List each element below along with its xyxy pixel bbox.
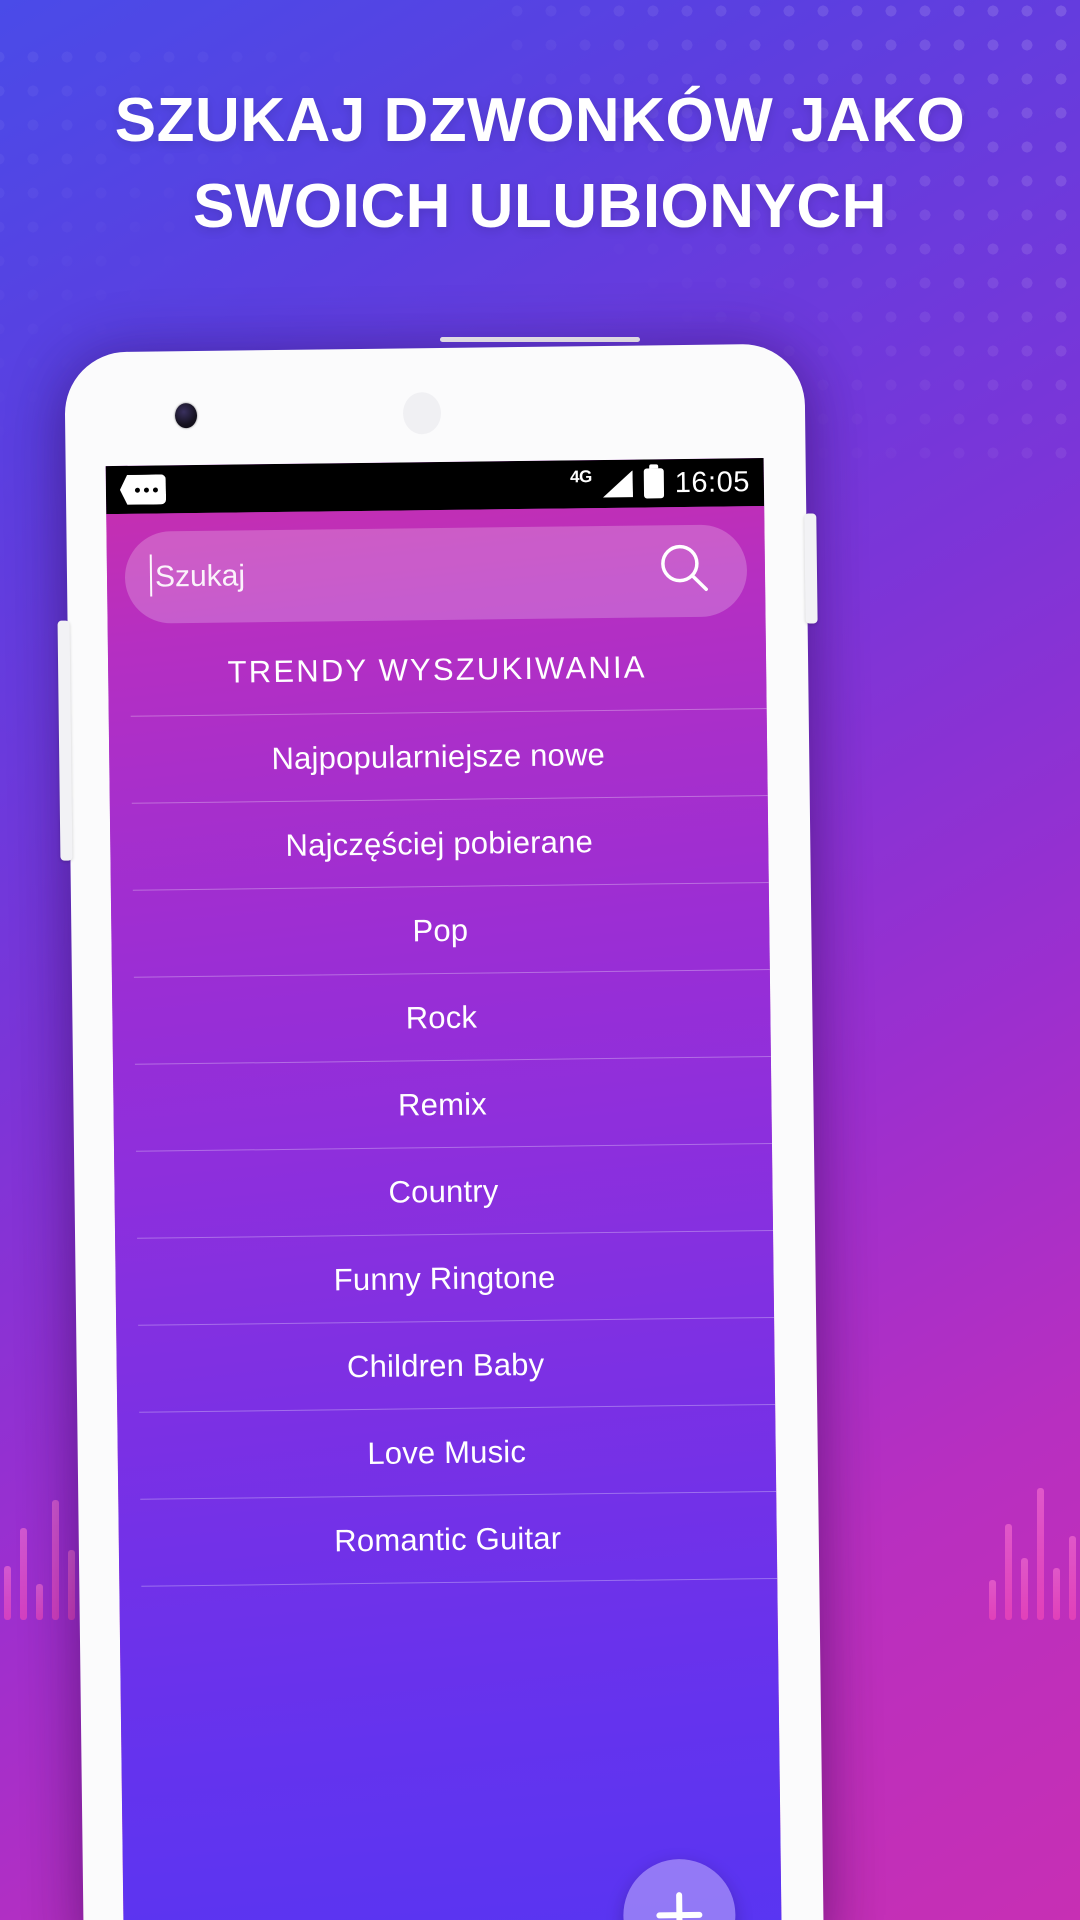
phone-mockup: 4G 16:05 Szukaj TRENDY WYSZUKIWANIA Najp… xyxy=(57,343,824,1920)
status-bar-clock: 16:05 xyxy=(674,465,751,499)
list-item-label: Romantic Guitar xyxy=(334,1520,562,1558)
equalizer-decoration-right xyxy=(989,1488,1076,1620)
promo-screenshot: SZUKAJ DZWONKÓW JAKO SWOICH ULUBIONYCH 4… xyxy=(0,0,1080,1920)
list-item-label: Rock xyxy=(405,999,478,1035)
list-item[interactable]: Najczęściej pobierane xyxy=(110,796,769,891)
status-bar: 4G 16:05 xyxy=(105,458,765,515)
page-title: SZUKAJ DZWONKÓW JAKO SWOICH ULUBIONYCH xyxy=(0,78,1080,249)
list-item-label: Love Music xyxy=(367,1433,527,1471)
network-type-label: 4G xyxy=(569,467,592,487)
list-item-label: Children Baby xyxy=(346,1346,545,1384)
list-section-header-label: TRENDY WYSZUKIWANIA xyxy=(227,648,647,690)
signal-icon xyxy=(603,470,633,497)
search-icon[interactable] xyxy=(655,539,714,603)
list-item[interactable]: Remix xyxy=(113,1057,772,1152)
status-bar-left xyxy=(120,469,571,504)
list-item-label: Najpopularniejsze nowe xyxy=(271,736,606,776)
battery-icon xyxy=(643,468,665,499)
list-item[interactable]: Funny Ringtone xyxy=(115,1231,774,1326)
app-content: Szukaj TRENDY WYSZUKIWANIA Najpopularnie… xyxy=(106,506,782,1920)
status-bar-right: 4G 16:05 xyxy=(570,466,750,501)
trending-list: TRENDY WYSZUKIWANIA Najpopularniejsze no… xyxy=(108,616,778,1587)
list-item[interactable]: Love Music xyxy=(117,1405,776,1500)
power-button[interactable] xyxy=(804,513,818,624)
list-item[interactable]: Najpopularniejsze nowe xyxy=(109,709,768,804)
search-bar[interactable]: Szukaj xyxy=(124,524,748,624)
notification-dots-icon xyxy=(120,474,166,505)
list-item-label: Remix xyxy=(397,1085,488,1123)
list-item-label: Country xyxy=(388,1172,499,1210)
page-title-line-2: SWOICH ULUBIONYCH xyxy=(193,171,887,241)
list-item-label: Najczęściej pobierane xyxy=(285,823,594,863)
plus-icon xyxy=(656,1892,703,1920)
volume-button[interactable] xyxy=(57,620,73,861)
search-input[interactable]: Szukaj xyxy=(155,559,245,594)
earpiece-speaker-icon xyxy=(402,391,442,435)
list-item[interactable]: Country xyxy=(114,1144,773,1239)
list-item[interactable]: Children Baby xyxy=(116,1318,775,1413)
add-button[interactable] xyxy=(622,1858,737,1920)
page-title-line-1: SZUKAJ DZWONKÓW JAKO xyxy=(114,86,966,155)
list-item[interactable]: Romantic Guitar xyxy=(118,1492,777,1587)
list-section-header: TRENDY WYSZUKIWANIA xyxy=(108,622,767,717)
list-item-label: Pop xyxy=(412,912,469,948)
list-item-label: Funny Ringtone xyxy=(333,1259,556,1297)
list-item[interactable]: Rock xyxy=(112,970,771,1065)
phone-screen: 4G 16:05 Szukaj TRENDY WYSZUKIWANIA Najp… xyxy=(105,458,782,1920)
front-camera-icon xyxy=(174,402,198,429)
title-divider xyxy=(440,337,640,342)
list-item[interactable]: Pop xyxy=(111,883,770,978)
